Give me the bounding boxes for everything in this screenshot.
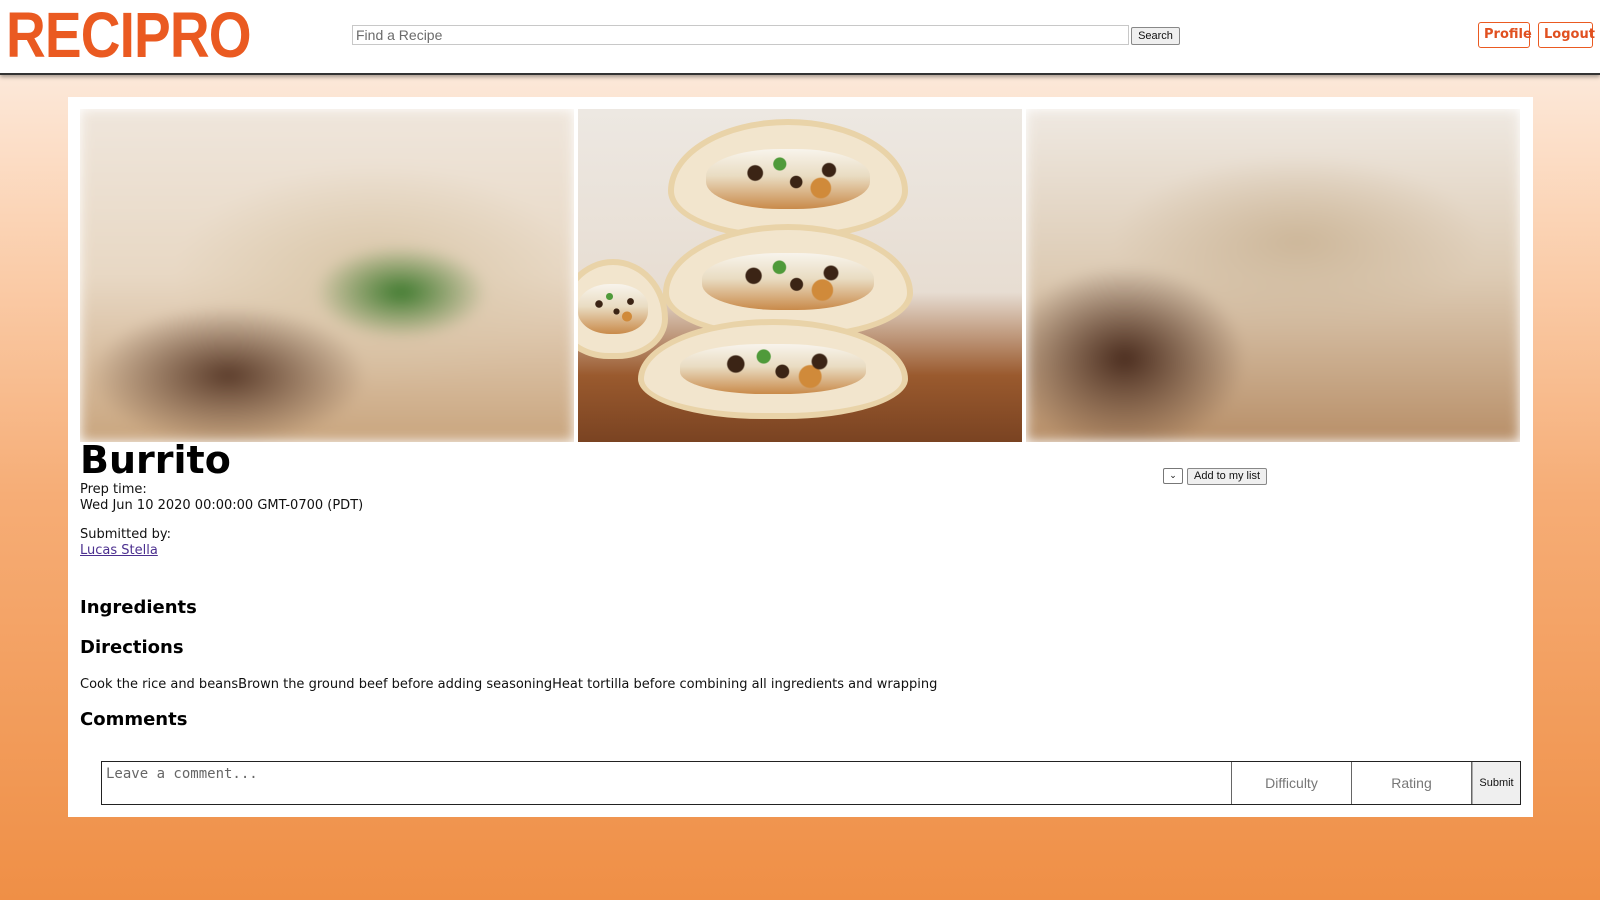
recipe-photo-banner <box>80 109 1520 442</box>
directions-heading: Directions <box>80 637 184 658</box>
recipe-title: Burrito <box>80 438 231 482</box>
search-input[interactable] <box>352 25 1129 45</box>
prep-time-value: Wed Jun 10 2020 00:00:00 GMT-0700 (PDT) <box>80 498 364 513</box>
submitted-by-label: Submitted by: <box>80 527 171 542</box>
submitter-link[interactable]: Lucas Stella <box>80 543 158 559</box>
ingredients-heading: Ingredients <box>80 597 197 618</box>
rating-field[interactable]: Rating <box>1352 762 1472 804</box>
comment-textarea[interactable] <box>102 762 1232 804</box>
recipro-logo[interactable]: RECIPRO <box>6 2 252 68</box>
recipe-photo-main <box>578 109 1022 442</box>
add-to-list-button[interactable]: Add to my list <box>1187 468 1267 485</box>
recipe-card: Burrito Prep time: Wed Jun 10 2020 00:00… <box>68 97 1533 817</box>
logout-button[interactable]: Logout <box>1538 22 1595 48</box>
comments-heading: Comments <box>80 709 188 730</box>
recipe-photo-right-blurred <box>1026 109 1520 442</box>
recipe-photo-left-blurred <box>80 109 574 442</box>
prep-time-label: Prep time: <box>80 482 147 497</box>
top-navbar: RECIPRO Search Profile Logout <box>0 0 1600 75</box>
directions-text: Cook the rice and beansBrown the ground … <box>80 677 938 692</box>
search-button[interactable]: Search <box>1131 27 1180 45</box>
comment-form: Difficulty Rating Submit <box>101 761 1521 805</box>
profile-button[interactable]: Profile <box>1478 22 1532 48</box>
list-select-dropdown[interactable]: ⌄ <box>1163 468 1183 484</box>
submit-comment-button[interactable]: Submit <box>1472 762 1520 804</box>
difficulty-field[interactable]: Difficulty <box>1232 762 1352 804</box>
